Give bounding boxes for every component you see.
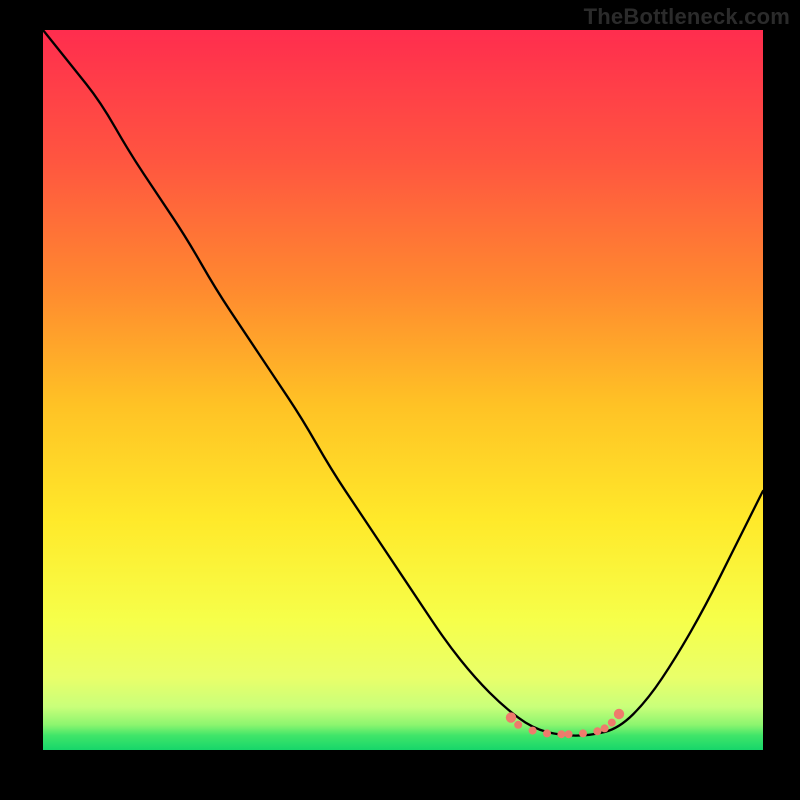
highlight-dot xyxy=(608,719,616,727)
chart-canvas xyxy=(43,30,763,750)
highlight-dot xyxy=(529,727,537,735)
watermark-text: TheBottleneck.com xyxy=(584,4,790,30)
highlight-dot xyxy=(565,730,573,738)
highlight-dot xyxy=(543,729,551,737)
chart-svg xyxy=(43,30,763,750)
highlight-dot xyxy=(614,709,624,719)
highlight-dot xyxy=(557,730,565,738)
chart-background-gradient xyxy=(43,30,763,750)
highlight-dot xyxy=(514,721,522,729)
highlight-dot xyxy=(593,727,601,735)
highlight-dot xyxy=(506,712,516,722)
highlight-dot xyxy=(579,729,587,737)
highlight-dot xyxy=(601,724,609,732)
